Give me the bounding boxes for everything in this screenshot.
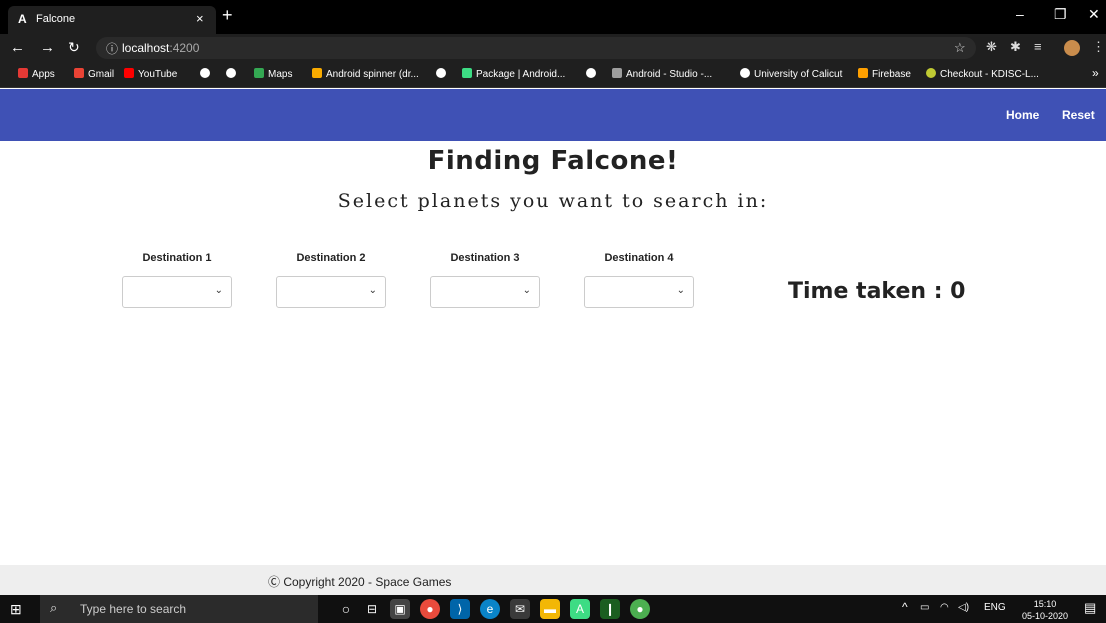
destination-4: Destination 4 ⌄: [584, 252, 694, 308]
destination-1-label: Destination 1: [142, 252, 212, 264]
bookmarks-overflow-icon[interactable]: »: [1092, 66, 1099, 80]
app-icon[interactable]: ●: [630, 599, 650, 619]
chevron-down-icon: ⌄: [368, 285, 377, 296]
bookmark-university-calicut[interactable]: University of Calicut: [740, 68, 842, 80]
back-icon[interactable]: ←: [10, 39, 25, 56]
android-studio-icon: [612, 68, 622, 78]
globe-icon: [586, 68, 596, 78]
browser-toolbar: ← → ↻ ⓘ localhost:4200 ☆ ❋ ✱ ≡ ⋮: [0, 34, 1106, 62]
destination-4-select[interactable]: ⌄: [584, 276, 694, 308]
browser-tab[interactable]: A Falcone ×: [8, 6, 216, 34]
bookmark-youtube[interactable]: YouTube: [124, 68, 177, 80]
reset-link[interactable]: Reset: [1062, 108, 1095, 122]
home-link[interactable]: Home: [1006, 108, 1039, 122]
tab-favicon-icon: A: [18, 12, 27, 26]
android-icon: [462, 68, 472, 78]
bookmark-maps[interactable]: Maps: [254, 68, 292, 80]
globe-icon: [200, 68, 210, 78]
bookmark-globe-3[interactable]: [436, 68, 450, 80]
globe-icon: [226, 68, 236, 78]
page-subtitle: Select planets you want to search in:: [337, 190, 769, 212]
bookmark-gmail[interactable]: Gmail: [74, 68, 114, 80]
tab-close-icon[interactable]: ×: [196, 11, 204, 26]
checkout-icon: [926, 68, 936, 78]
gmail-icon: [74, 68, 84, 78]
reload-icon[interactable]: ↻: [68, 39, 80, 56]
windows-taskbar: ⊞ ⌕ Type here to search ○ ⊟ ▣ ● ⟩ e ✉ ▬ …: [0, 595, 1106, 623]
notifications-icon[interactable]: ▤: [1084, 600, 1096, 616]
youtube-icon: [124, 68, 134, 78]
task-view-icon[interactable]: ⊟: [362, 599, 382, 619]
vscode-icon[interactable]: ⟩: [450, 599, 470, 619]
windows-start-icon[interactable]: ⊞: [10, 601, 22, 618]
chrome-icon[interactable]: ●: [420, 599, 440, 619]
destination-4-label: Destination 4: [604, 252, 674, 264]
destination-1-select[interactable]: ⌄: [122, 276, 232, 308]
bookmark-android-spinner[interactable]: Android spinner (dr...: [312, 68, 419, 80]
wifi-icon[interactable]: ◠: [940, 602, 949, 613]
copyright-text: Ⓒ Copyright 2020 - Space Games: [268, 575, 452, 589]
cortana-icon[interactable]: ○: [336, 599, 356, 619]
tab-title: Falcone: [36, 13, 76, 25]
taskbar-search-placeholder: Type here to search: [80, 602, 187, 616]
info-icon: [740, 68, 750, 78]
firebase-icon: [858, 68, 868, 78]
bookmark-package-android[interactable]: Package | Android...: [462, 68, 565, 80]
battery-icon[interactable]: ▭: [920, 602, 929, 613]
address-bar[interactable]: ⓘ localhost:4200 ☆: [96, 37, 976, 59]
close-window-icon[interactable]: ✕: [1088, 6, 1100, 23]
site-info-icon[interactable]: ⓘ: [106, 40, 118, 57]
file-explorer-icon[interactable]: ▬: [540, 599, 560, 619]
android-studio-icon[interactable]: A: [570, 599, 590, 619]
browser-tab-strip: A Falcone × + – ❐ ✕: [0, 0, 1106, 34]
page-title: Finding Falcone!: [427, 146, 679, 176]
destination-1: Destination 1 ⌄: [122, 252, 232, 308]
chevron-up-icon[interactable]: ^: [902, 600, 908, 614]
bookmark-globe-2[interactable]: [226, 68, 240, 80]
system-clock[interactable]: 15:10 05-10-2020: [1022, 598, 1068, 622]
globe-icon: [436, 68, 446, 78]
mail-icon[interactable]: ✉: [510, 599, 530, 619]
destination-2-select[interactable]: ⌄: [276, 276, 386, 308]
apps-grid-icon: [18, 68, 28, 78]
time-taken: Time taken : 0: [788, 279, 966, 304]
bookmark-checkout-kdisc[interactable]: Checkout - KDISC-L...: [926, 68, 1039, 80]
maximize-icon[interactable]: ❐: [1054, 6, 1067, 23]
mongodb-icon[interactable]: ❙: [600, 599, 620, 619]
chevron-down-icon: ⌄: [676, 285, 685, 296]
bookmark-firebase[interactable]: Firebase: [858, 68, 911, 80]
bookmark-globe-1[interactable]: [200, 68, 214, 80]
chevron-down-icon: ⌄: [522, 285, 531, 296]
bookmark-star-icon[interactable]: ☆: [954, 40, 966, 56]
destination-2-label: Destination 2: [296, 252, 366, 264]
footer: Ⓒ Copyright 2020 - Space Games: [0, 565, 1106, 595]
language-indicator[interactable]: ENG: [984, 602, 1006, 613]
profile-avatar[interactable]: [1064, 40, 1080, 56]
new-tab-button[interactable]: +: [222, 5, 233, 26]
bookmark-globe-4[interactable]: [586, 68, 600, 80]
destination-3-select[interactable]: ⌄: [430, 276, 540, 308]
menu-icon[interactable]: ⋮: [1092, 39, 1105, 55]
edge-icon[interactable]: e: [480, 599, 500, 619]
destination-2: Destination 2 ⌄: [276, 252, 386, 308]
volume-icon[interactable]: ◁): [958, 602, 969, 613]
maps-icon: [254, 68, 264, 78]
bookmarks-bar: Apps Gmail YouTube Maps Android spinner …: [0, 62, 1106, 88]
destination-3-label: Destination 3: [450, 252, 520, 264]
code-icon: [312, 68, 322, 78]
taskbar-search[interactable]: ⌕ Type here to search: [40, 595, 318, 623]
chevron-down-icon: ⌄: [214, 285, 223, 296]
minimize-icon[interactable]: –: [1016, 6, 1024, 22]
extensions-puzzle-icon[interactable]: ✱: [1010, 39, 1021, 55]
bookmark-android-studio[interactable]: Android - Studio -...: [612, 68, 712, 80]
media-queue-icon[interactable]: ≡: [1034, 39, 1042, 54]
extension-icon[interactable]: ❋: [986, 39, 997, 55]
search-icon: ⌕: [50, 600, 58, 615]
destination-3: Destination 3 ⌄: [430, 252, 540, 308]
app-navbar: Home Reset: [0, 89, 1106, 141]
bookmark-apps[interactable]: Apps: [18, 68, 55, 80]
forward-icon[interactable]: →: [40, 39, 55, 56]
store-icon[interactable]: ▣: [390, 599, 410, 619]
url-text: localhost:4200: [122, 41, 200, 55]
